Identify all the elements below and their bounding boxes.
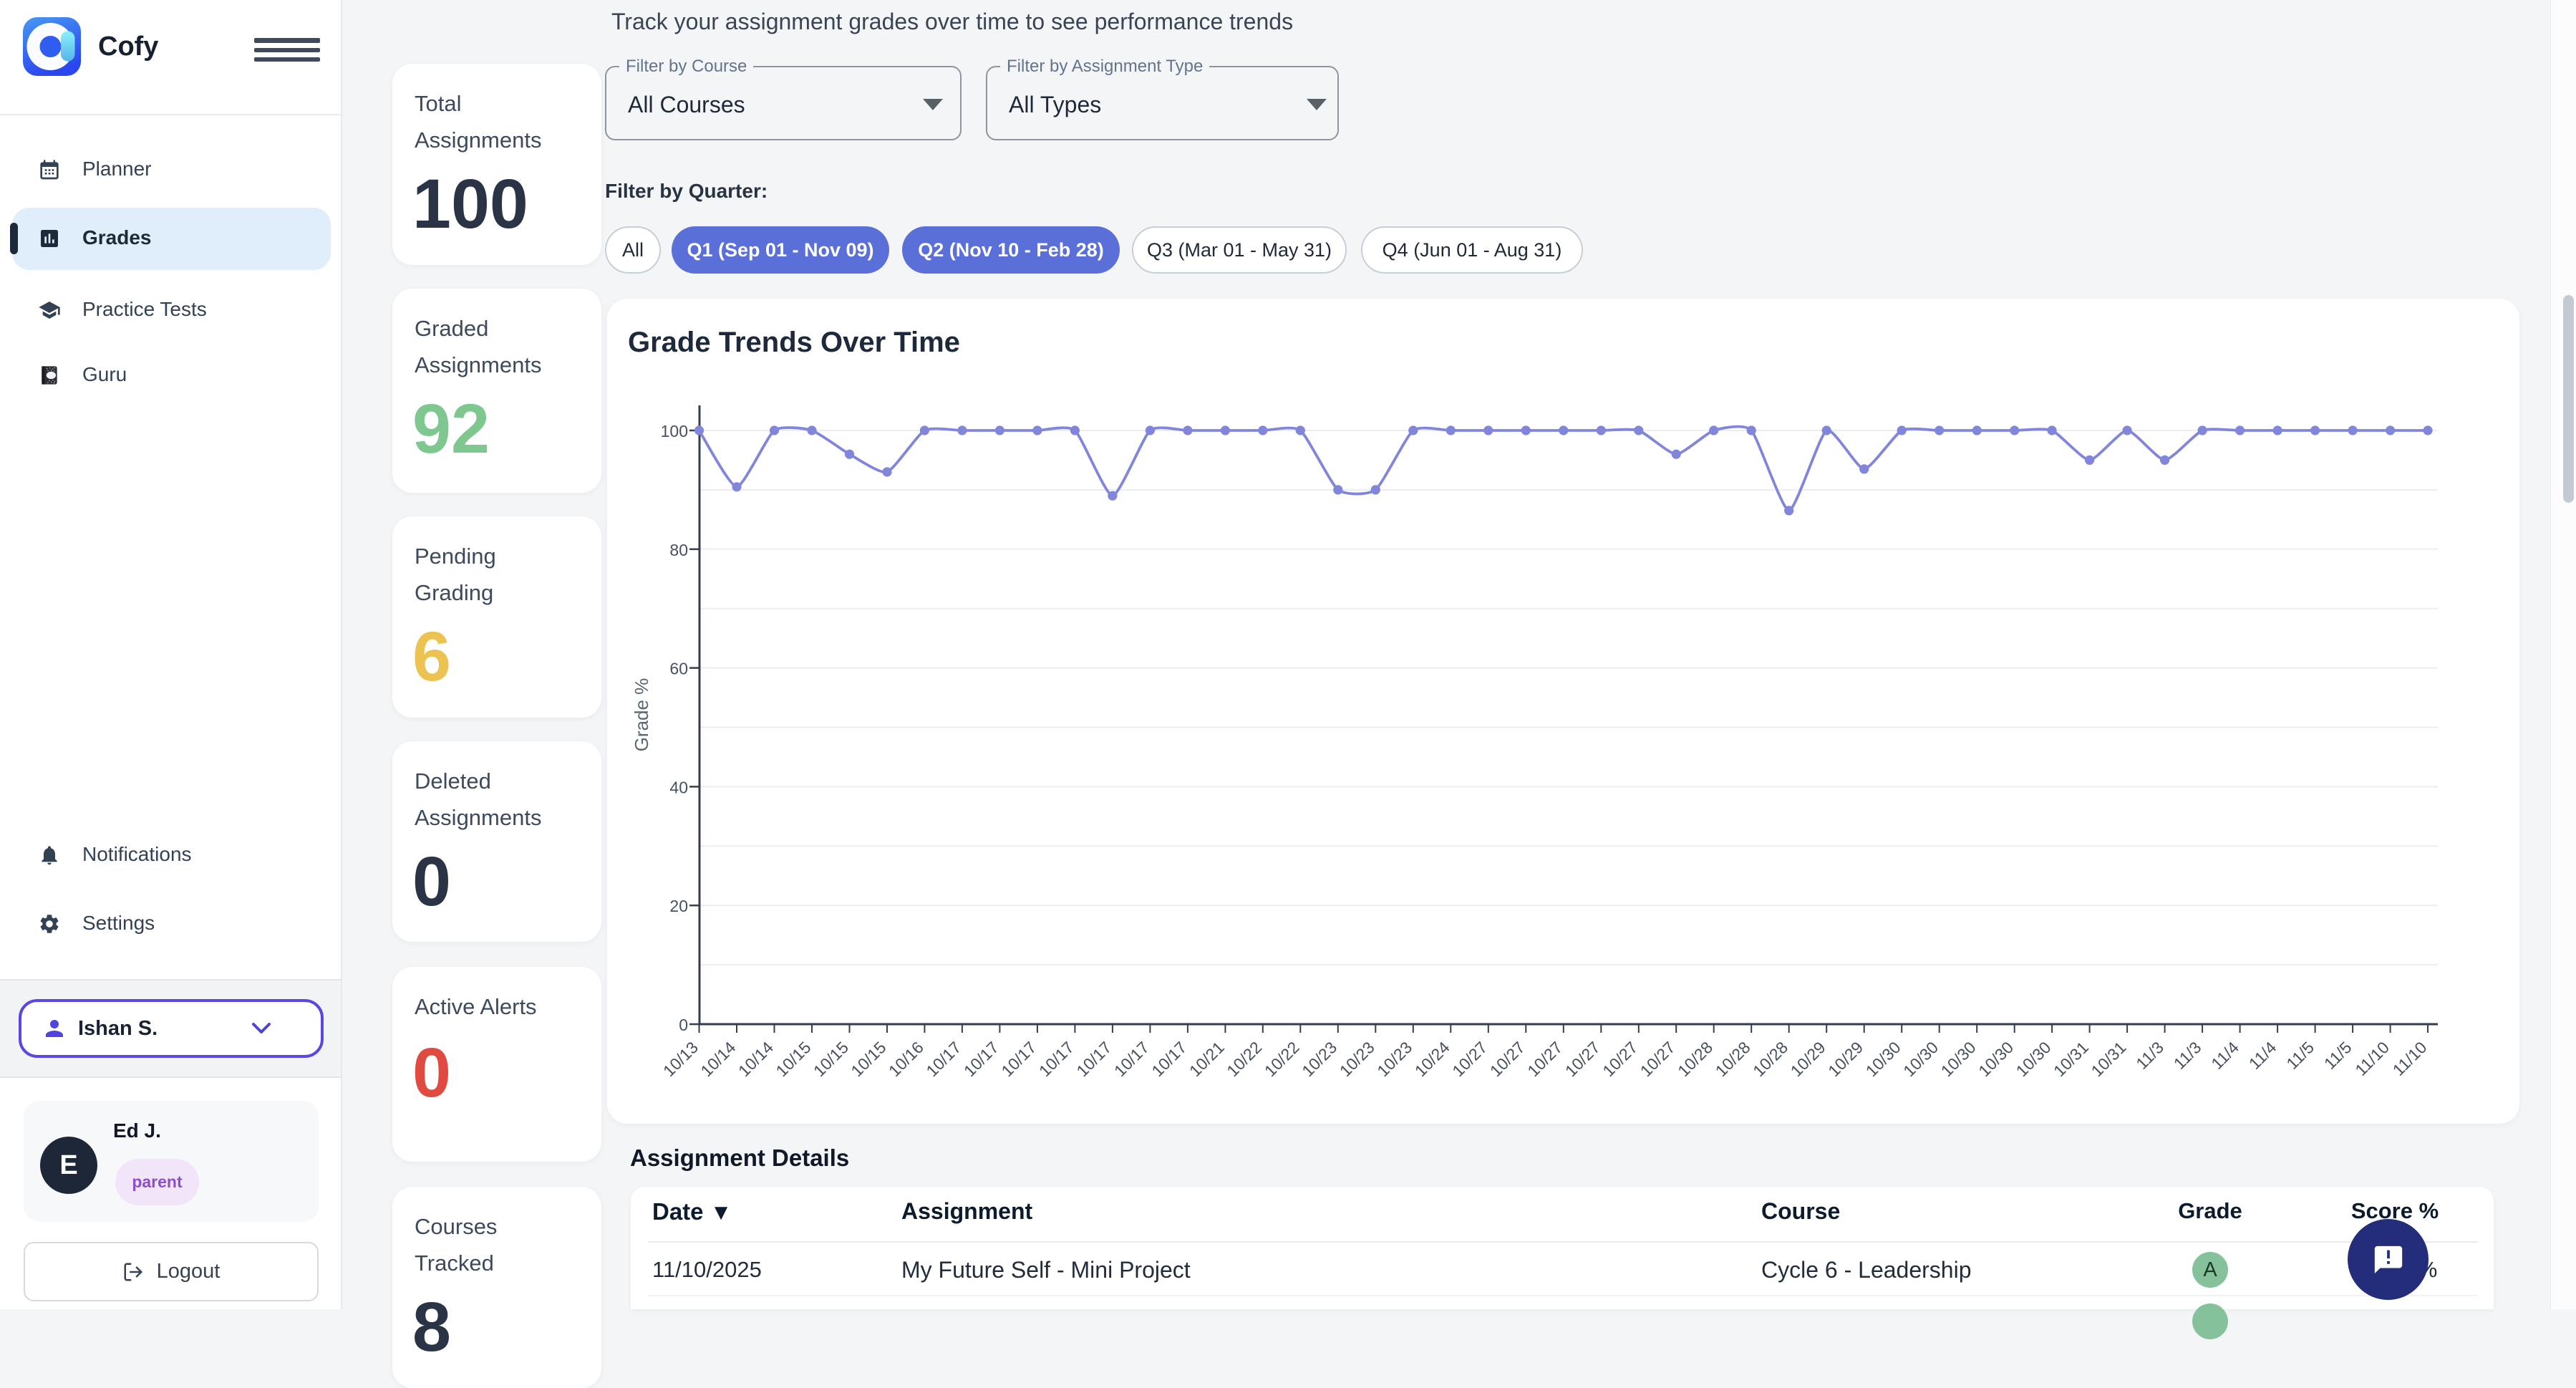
svg-text:10/23: 10/23 [1298, 1038, 1340, 1080]
svg-text:10/27: 10/27 [1561, 1038, 1604, 1080]
svg-text:10/28: 10/28 [1674, 1038, 1716, 1080]
svg-text:11/4: 11/4 [2245, 1038, 2280, 1073]
svg-text:10/23: 10/23 [1373, 1038, 1415, 1080]
svg-text:10/22: 10/22 [1223, 1038, 1265, 1080]
svg-text:10/28: 10/28 [1712, 1038, 1754, 1080]
svg-text:Grade %: Grade % [631, 678, 652, 752]
svg-text:10/15: 10/15 [810, 1038, 852, 1080]
svg-text:10/17: 10/17 [1148, 1038, 1190, 1080]
svg-text:60: 60 [669, 660, 688, 678]
svg-text:10/30: 10/30 [1937, 1038, 1980, 1080]
svg-text:10/30: 10/30 [1975, 1038, 2017, 1080]
svg-text:10/31: 10/31 [2050, 1038, 2092, 1080]
svg-text:100: 100 [661, 422, 688, 440]
svg-text:10/30: 10/30 [1862, 1038, 1904, 1080]
svg-text:10/27: 10/27 [1599, 1038, 1641, 1080]
svg-text:10/29: 10/29 [1787, 1038, 1829, 1080]
svg-text:11/3: 11/3 [2132, 1038, 2167, 1073]
svg-text:80: 80 [669, 541, 688, 559]
svg-text:10/23: 10/23 [1336, 1038, 1378, 1080]
svg-text:10/31: 10/31 [2088, 1038, 2130, 1080]
svg-text:10/15: 10/15 [847, 1038, 889, 1080]
svg-text:10/28: 10/28 [1749, 1038, 1791, 1080]
svg-text:10/27: 10/27 [1448, 1038, 1491, 1080]
svg-text:10/24: 10/24 [1411, 1038, 1453, 1080]
svg-text:10/16: 10/16 [885, 1038, 927, 1080]
svg-text:11/10: 11/10 [2389, 1038, 2431, 1079]
svg-text:10/21: 10/21 [1186, 1038, 1228, 1080]
svg-text:11/10: 11/10 [2351, 1038, 2393, 1079]
svg-text:10/17: 10/17 [922, 1038, 964, 1080]
svg-text:10/27: 10/27 [1524, 1038, 1566, 1080]
svg-text:10/17: 10/17 [1072, 1038, 1115, 1080]
svg-text:11/5: 11/5 [2320, 1038, 2355, 1073]
svg-text:10/17: 10/17 [997, 1038, 1040, 1080]
svg-text:10/29: 10/29 [1824, 1038, 1866, 1080]
svg-text:10/27: 10/27 [1486, 1038, 1529, 1080]
svg-text:10/30: 10/30 [2013, 1038, 2055, 1080]
svg-text:20: 20 [669, 897, 688, 915]
svg-text:11/5: 11/5 [2282, 1038, 2318, 1073]
svg-text:10/17: 10/17 [960, 1038, 1002, 1080]
svg-text:10/14: 10/14 [735, 1038, 777, 1080]
svg-text:10/14: 10/14 [697, 1038, 739, 1080]
svg-text:10/15: 10/15 [772, 1038, 814, 1080]
svg-text:10/30: 10/30 [1899, 1038, 1942, 1080]
svg-text:10/22: 10/22 [1261, 1038, 1303, 1080]
svg-text:0: 0 [679, 1016, 688, 1034]
svg-text:11/4: 11/4 [2207, 1038, 2242, 1073]
svg-text:10/27: 10/27 [1637, 1038, 1679, 1080]
svg-text:10/17: 10/17 [1035, 1038, 1078, 1080]
svg-text:40: 40 [669, 778, 688, 796]
svg-text:11/3: 11/3 [2170, 1038, 2205, 1073]
svg-text:10/17: 10/17 [1110, 1038, 1153, 1080]
svg-text:10/13: 10/13 [659, 1038, 702, 1080]
